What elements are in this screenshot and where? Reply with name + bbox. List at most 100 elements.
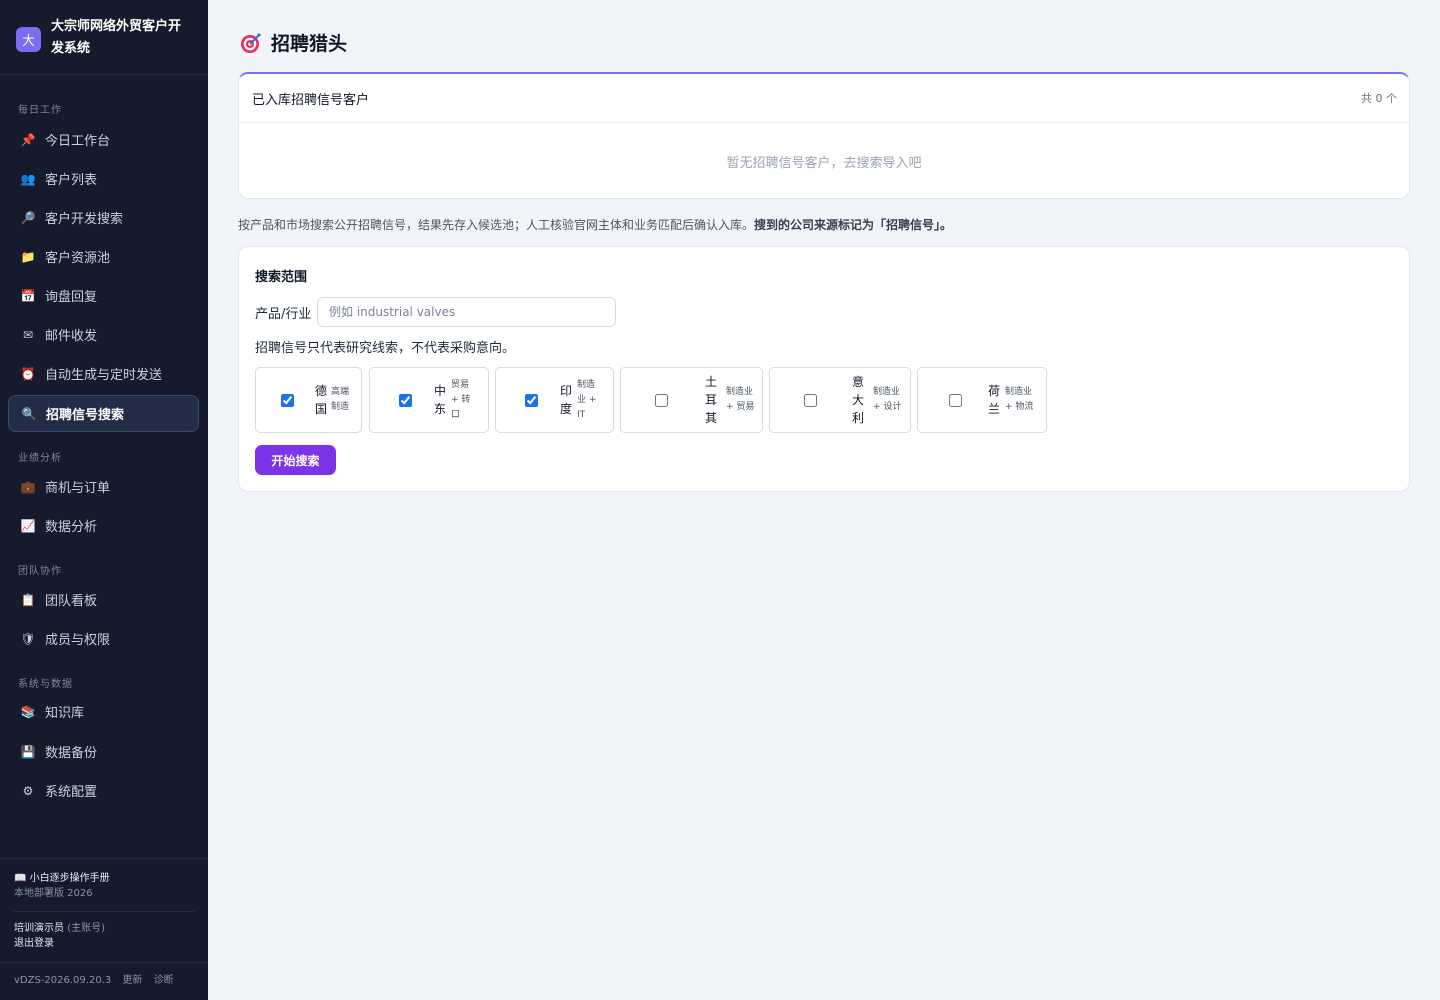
divider [0, 858, 208, 859]
nav-group-system: 系统与数据 [18, 679, 73, 690]
start-search-button[interactable]: 开始搜索 [255, 445, 336, 475]
diagnose-link[interactable]: 诊断 [154, 975, 174, 986]
nav-item-resource-pool[interactable]: 📁 客户资源池 [8, 238, 199, 275]
brand-title: 大宗师网络外贸客户开发系统 [51, 19, 182, 56]
user-block: 培训演示员 (主账号) 退出登录 [14, 921, 105, 951]
nav-item-inquiry-reply[interactable]: 📅 询盘回复 [8, 277, 199, 314]
divider [14, 911, 194, 912]
target-icon [241, 32, 261, 53]
folder-icon: 📁 [20, 249, 36, 264]
nav-item-label: 客户开发搜索 [45, 212, 124, 227]
market-option-germany[interactable]: 德国 高端制造 [255, 367, 362, 433]
pin-icon: 📌 [20, 132, 36, 147]
nav-item-settings[interactable]: ⚙ 系统配置 [8, 772, 199, 809]
shield-icon: 🛡 [20, 631, 36, 646]
nav-item-recruit-signal[interactable]: 🔍 招聘信号搜索 [8, 395, 199, 432]
nav-item-label: 客户列表 [45, 173, 98, 188]
signal-note: 招聘信号只代表研究线索，不代表采购意向。 [255, 341, 516, 356]
nav-item-knowledge[interactable]: 📚 知识库 [8, 693, 199, 730]
nav-item-label: 团队看板 [45, 594, 98, 609]
market-option-netherlands[interactable]: 荷兰 制造业 + 物流 [917, 367, 1047, 433]
nav-item-customer-search[interactable]: 🔎 客户开发搜索 [8, 199, 199, 236]
market-option-india[interactable]: 印度 制造业 + IT [495, 367, 614, 433]
market-desc: 高端制造 [331, 387, 350, 412]
manual-link[interactable]: 📖 小白逐步操作手册 [14, 871, 110, 886]
nav-item-team-board[interactable]: 📋 团队看板 [8, 581, 199, 618]
market-name: 意大利 [852, 375, 865, 425]
nav-item-deals[interactable]: 💼 商机与订单 [8, 468, 199, 505]
market-name: 德国 [315, 384, 328, 416]
nav-item-backup[interactable]: 💾 数据备份 [8, 733, 199, 770]
clipboard-icon: 📋 [20, 592, 36, 607]
product-label: 产品/行业 [255, 307, 312, 322]
market-desc: 制造业 + 设计 [873, 387, 902, 412]
market-desc: 制造业 + IT [577, 379, 597, 420]
books-icon: 📚 [20, 704, 36, 719]
nav-item-label: 成员与权限 [45, 633, 111, 648]
market-option-turkey[interactable]: 土耳其 制造业 + 贸易 [620, 367, 763, 433]
brand[interactable]: 大 大宗师网络外贸客户开发系统 [16, 16, 196, 60]
nav-item-label: 招聘信号搜索 [46, 408, 125, 423]
market-desc: 贸易 + 转口 [451, 379, 471, 420]
logout-link[interactable]: 退出登录 [14, 936, 105, 951]
card-title: 已入库招聘信号客户 [252, 92, 370, 108]
nav-item-mail[interactable]: ✉ 邮件收发 [8, 316, 199, 353]
briefcase-icon: 💼 [20, 479, 36, 494]
chart-icon: 📈 [20, 518, 36, 533]
product-input[interactable] [317, 297, 616, 327]
market-checkbox[interactable] [399, 393, 412, 407]
nav-item-label: 知识库 [45, 706, 85, 721]
nav-group-performance: 业绩分析 [18, 453, 62, 464]
user-role: (主账号) [67, 923, 105, 934]
description-bold: 搜到的公司来源标记为「招聘信号」。 [754, 218, 953, 232]
search-card: 搜索范围 产品/行业 招聘信号只代表研究线索，不代表采购意向。 德国 高端制造 … [238, 246, 1410, 492]
nav-item-analytics[interactable]: 📈 数据分析 [8, 507, 199, 544]
nav-item-label: 客户资源池 [45, 251, 111, 266]
description: 按产品和市场搜索公开招聘信号，结果先存入候选池；人工核验官网主体和业务匹配后确认… [238, 216, 952, 233]
version-bar: vDZS-2026.09.20.3 更新 诊断 [14, 973, 182, 988]
nav-group-team: 团队协作 [18, 566, 62, 577]
nav-item-label: 商机与订单 [45, 481, 111, 496]
nav-item-workbench[interactable]: 📌 今日工作台 [8, 121, 199, 158]
nav-item-label: 系统配置 [45, 785, 98, 800]
page-title-text: 招聘猎头 [271, 33, 348, 55]
gear-icon: ⚙ [22, 783, 34, 798]
divider [0, 962, 208, 963]
empty-state: 暂无招聘信号客户，去搜索导入吧 [726, 156, 922, 171]
market-name: 土耳其 [705, 375, 718, 425]
nav-item-label: 自动生成与定时发送 [45, 368, 163, 383]
search-icon: 🔍 [21, 406, 37, 421]
market-checkbox[interactable] [655, 393, 668, 407]
nav-item-label: 邮件收发 [45, 329, 98, 344]
market-name: 印度 [560, 384, 573, 416]
nav-item-customers[interactable]: 👥 客户列表 [8, 160, 199, 197]
market-name: 荷兰 [988, 384, 1001, 416]
envelope-icon: ✉ [22, 327, 34, 342]
market-checkbox[interactable] [525, 393, 538, 407]
nav-item-label: 数据分析 [45, 520, 98, 535]
calendar-icon: 📅 [20, 288, 36, 303]
stored-customers-card: 已入库招聘信号客户 共 0 个 暂无招聘信号客户，去搜索导入吧 [238, 72, 1410, 199]
update-link[interactable]: 更新 [122, 975, 142, 986]
market-desc: 制造业 + 贸易 [726, 387, 755, 412]
version-text: vDZS-2026.09.20.3 [14, 975, 112, 986]
nav-item-auto-send[interactable]: ⏰ 自动生成与定时发送 [8, 355, 199, 392]
nav-item-members[interactable]: 🛡 成员与权限 [8, 620, 199, 657]
sidebar: 大 大宗师网络外贸客户开发系统 每日工作 📌 今日工作台 👥 客户列表 🔎 客户开发搜… [0, 0, 208, 1000]
market-checkbox[interactable] [949, 393, 962, 407]
market-checkbox[interactable] [804, 393, 817, 407]
floppy-icon: 💾 [20, 744, 36, 759]
market-desc: 制造业 + 物流 [1005, 387, 1034, 412]
market-checkbox[interactable] [281, 393, 294, 407]
card-header: 已入库招聘信号客户 共 0 个 [239, 74, 1409, 123]
brand-logo: 大 [16, 27, 41, 52]
market-name: 中东 [434, 384, 447, 416]
edition-text: 本地部署版 2026 [14, 888, 93, 899]
alarm-clock-icon: ⏰ [20, 366, 36, 381]
nav-group-daily: 每日工作 [18, 105, 62, 116]
divider [0, 74, 208, 75]
section-title: 搜索范围 [255, 270, 308, 285]
market-option-middle-east[interactable]: 中东 贸易 + 转口 [369, 367, 489, 433]
nav-item-label: 今日工作台 [45, 134, 111, 149]
market-option-italy[interactable]: 意大利 制造业 + 设计 [769, 367, 911, 433]
